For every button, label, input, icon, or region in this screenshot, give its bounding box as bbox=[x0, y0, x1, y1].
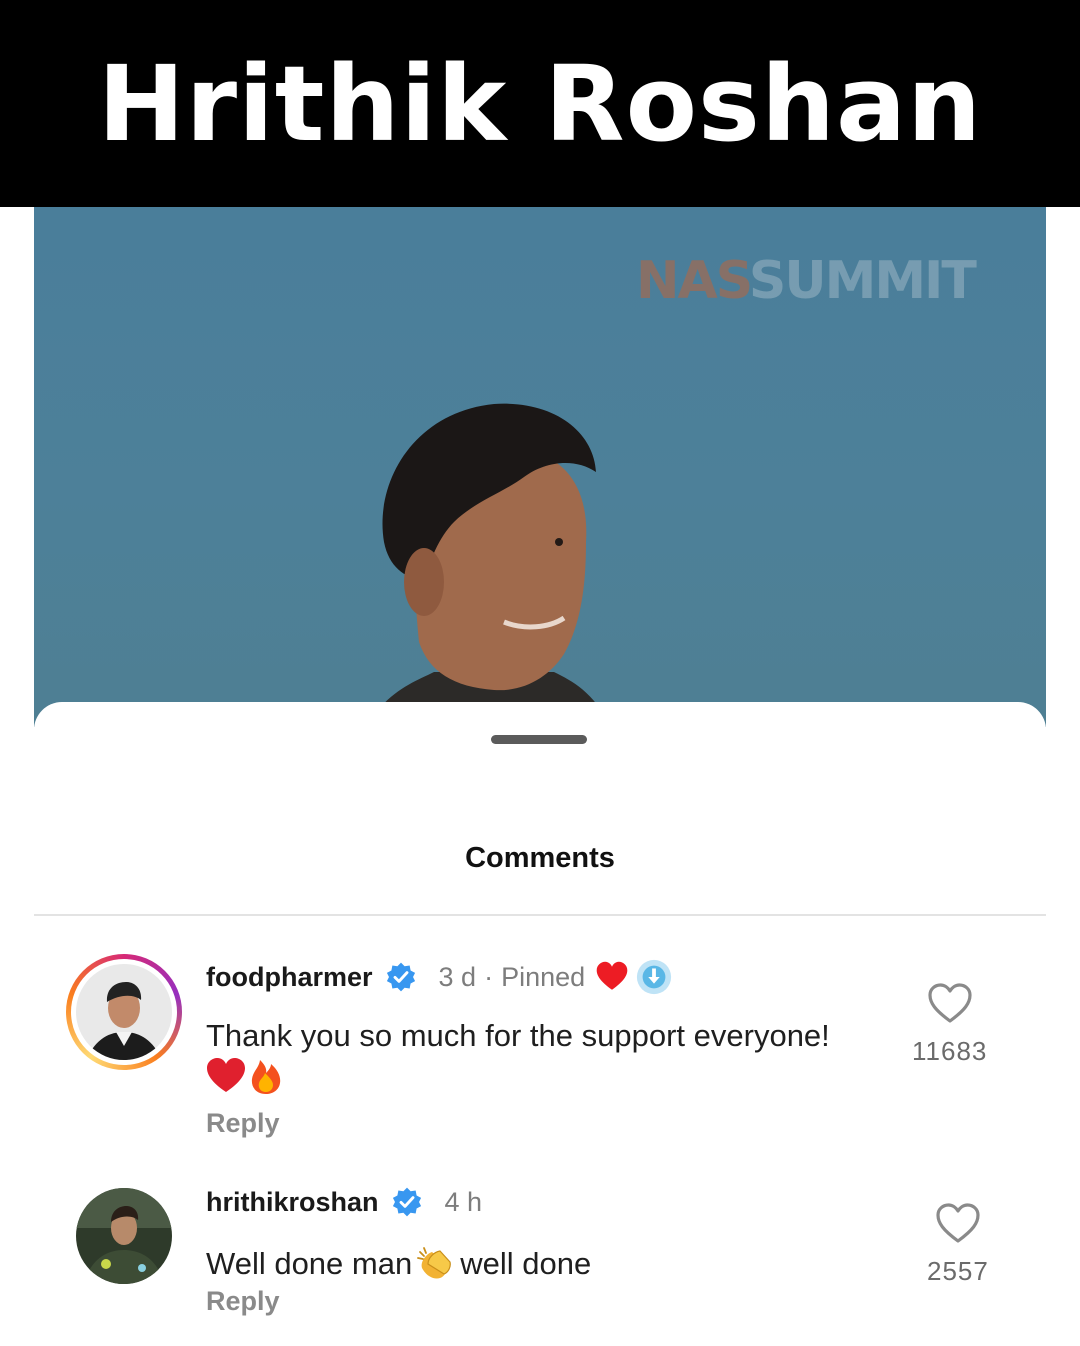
comment-emoji-row bbox=[206, 1056, 286, 1096]
clapping-hands-emoji bbox=[417, 1247, 452, 1279]
comment-username[interactable]: foodpharmer bbox=[206, 962, 373, 993]
comment-time: 4 h bbox=[444, 1186, 483, 1217]
avatar-story-ring[interactable] bbox=[66, 954, 182, 1070]
avatar[interactable] bbox=[76, 1188, 172, 1284]
banner-title: Hrithik Roshan bbox=[97, 42, 983, 165]
title-banner: Hrithik Roshan bbox=[0, 0, 1080, 207]
heart-outline-icon[interactable] bbox=[927, 982, 973, 1024]
event-watermark: NASSUMMIT bbox=[636, 251, 977, 311]
comment-time: 3 d bbox=[438, 961, 477, 992]
blue-emoji-icon bbox=[637, 959, 672, 995]
heart-outline-icon[interactable] bbox=[935, 1202, 981, 1244]
video-frame[interactable]: NASSUMMIT bbox=[34, 207, 1046, 727]
speaker-figure bbox=[366, 403, 612, 727]
like-control: 2557 bbox=[927, 1202, 989, 1287]
red-heart-emoji bbox=[207, 1058, 245, 1092]
comment-text-part-2: well done bbox=[460, 1246, 592, 1281]
watermark-part-1: NAS bbox=[636, 251, 751, 311]
comments-sheet: Comments foodpharmer 3 d · Pinned Thank … bbox=[34, 702, 1046, 1346]
divider bbox=[34, 914, 1046, 916]
avatar bbox=[76, 964, 172, 1060]
comment-text-part-1: Well done man bbox=[206, 1246, 413, 1281]
reply-link[interactable]: Reply bbox=[206, 1286, 280, 1317]
like-count: 11683 bbox=[912, 1036, 988, 1066]
verified-badge-icon bbox=[392, 1187, 421, 1217]
pinned-label: Pinned bbox=[501, 961, 586, 992]
reply-link[interactable]: Reply bbox=[206, 1108, 280, 1139]
red-heart-icon bbox=[596, 961, 628, 990]
comment-text: Thank you so much for the support everyo… bbox=[206, 1018, 830, 1053]
watermark-part-2: SUMMIT bbox=[748, 251, 977, 311]
meta-separator: · bbox=[484, 961, 494, 992]
like-count: 2557 bbox=[927, 1256, 989, 1286]
comment-meta: hrithikroshan 4 h bbox=[206, 1186, 482, 1218]
like-control: 11683 bbox=[912, 982, 987, 1067]
verified-badge-icon bbox=[386, 962, 415, 992]
sheet-title: Comments bbox=[465, 842, 615, 874]
comment-meta: foodpharmer 3 d · Pinned bbox=[206, 958, 673, 996]
drag-handle[interactable] bbox=[491, 735, 587, 744]
comment-username[interactable]: hrithikroshan bbox=[206, 1187, 379, 1218]
fire-emoji bbox=[251, 1060, 281, 1094]
comment-text: Well done man well done bbox=[206, 1244, 896, 1284]
